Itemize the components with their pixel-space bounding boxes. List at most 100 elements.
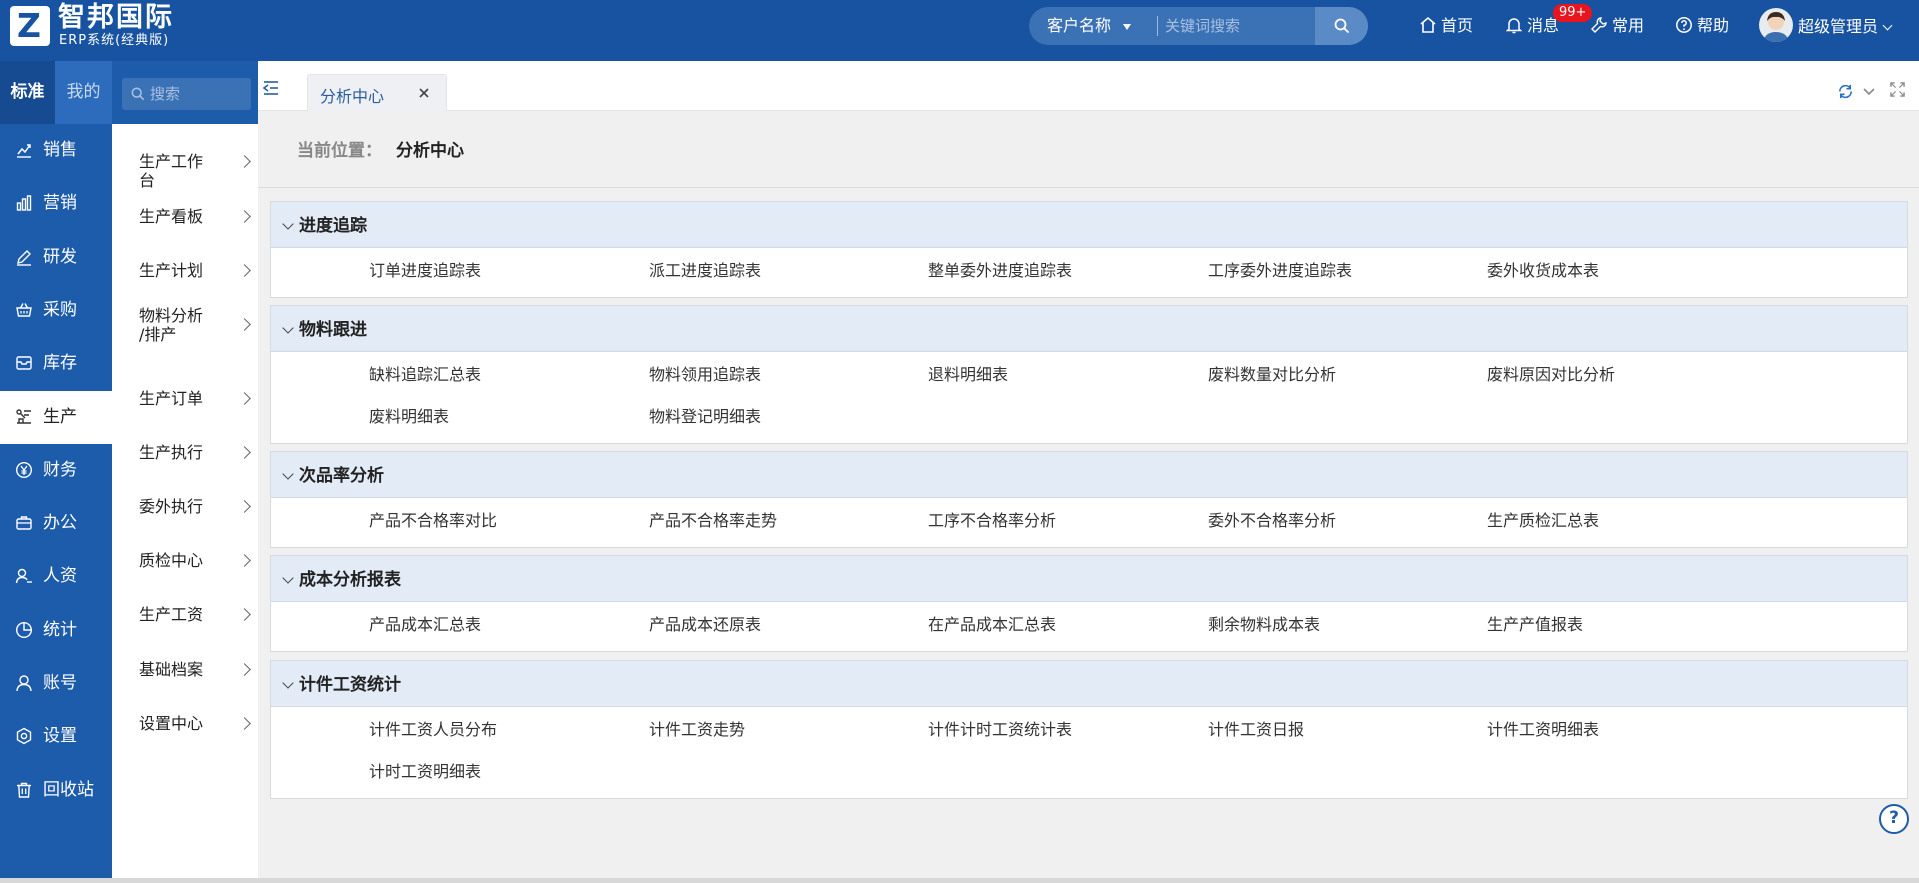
report-link[interactable]: 计件工资人员分布 [369,720,497,740]
report-link[interactable]: 计件计时工资统计表 [928,720,1072,740]
brand-subtitle: ERP系统(经典版) [59,33,170,48]
search-type-dropdown[interactable]: 客户名称 [1047,7,1132,45]
search-type-label: 客户名称 [1047,16,1112,35]
sidebar-item-label: 统计 [43,619,77,640]
brand-name: 智邦国际 [58,2,174,33]
report-link[interactable]: 工序委外进度追踪表 [1208,261,1352,281]
tab-standard[interactable]: 标准 [0,61,55,124]
submenu-item[interactable]: 生产计划 [139,261,251,280]
nav-home[interactable]: 首页 [1419,14,1473,38]
sidebar-item-2[interactable]: 研发 [0,231,112,284]
submenu-item[interactable]: 生产订单 [139,389,251,408]
sidebar-item-0[interactable]: 销售 [0,124,112,177]
sidebar-item-4[interactable]: 库存 [0,337,112,390]
inventory-box-icon [16,356,32,370]
submenu-item[interactable]: 生产看板 [139,207,251,226]
submenu-item[interactable]: 设置中心 [139,714,251,733]
report-link[interactable]: 物料登记明细表 [649,407,761,427]
tab-dropdown-button[interactable] [1862,84,1876,103]
report-link[interactable]: 产品不合格率走势 [649,511,777,531]
submenu-item[interactable]: 质检中心 [139,551,251,570]
report-link[interactable]: 计件工资日报 [1208,720,1304,740]
report-link[interactable]: 废料原因对比分析 [1487,365,1615,385]
sidebar-item-5[interactable]: 生产 [0,390,112,444]
sidebar-item-label: 办公 [43,513,77,534]
search-input[interactable] [1165,10,1315,42]
fullscreen-button[interactable] [1890,82,1905,101]
menu-search [122,78,251,110]
sidebar-item-1[interactable]: 营销 [0,177,112,230]
avatar[interactable] [1759,8,1793,42]
report-link[interactable]: 整单委外进度追踪表 [928,261,1072,281]
yen-icon [15,461,33,478]
sidebar-item-8[interactable]: 人资 [0,550,112,603]
chevron-right-icon [238,209,251,223]
help-float-button[interactable]: ? [1879,804,1909,834]
submenu-item[interactable]: 生产工资 [139,605,251,624]
report-link[interactable]: 委外不合格率分析 [1208,511,1336,531]
submenu-item-label: 质检中心 [139,551,204,570]
sidebar-item-7[interactable]: 办公 [0,497,112,550]
report-link[interactable]: 订单进度追踪表 [369,261,481,281]
report-link[interactable]: 缺料追踪汇总表 [369,365,481,385]
user-menu[interactable]: 超级管理员 [1798,15,1893,39]
report-link[interactable]: 工序不合格率分析 [928,511,1056,531]
close-tab-button[interactable] [418,84,430,103]
report-link[interactable]: 在产品成本汇总表 [928,615,1056,635]
sidebar-item-9[interactable]: 统计 [0,604,112,657]
sidebar-item-11[interactable]: 设置 [0,710,112,763]
report-link[interactable]: 计件工资明细表 [1487,720,1599,740]
report-link[interactable]: 产品不合格率对比 [369,511,497,531]
section-header[interactable]: 进度追踪 [271,202,1907,248]
collapse-menu-button[interactable] [262,80,279,99]
submenu-item[interactable]: 物料分析 /排产 [139,306,251,344]
tab-analysis-center[interactable]: 分析中心 [307,74,447,111]
report-link[interactable]: 委外收货成本表 [1487,261,1599,281]
sidebar-item-12[interactable]: 回收站 [0,764,112,817]
tab-mine[interactable]: 我的 [55,61,112,124]
home-icon [1420,16,1436,33]
report-link[interactable]: 退料明细表 [928,365,1008,385]
menu-search-input[interactable] [150,81,246,107]
sidebar-item-label: 库存 [43,353,77,374]
sidebar-item-10[interactable]: 账号 [0,657,112,710]
hexagon-settings-icon [16,727,32,745]
rd-pencil-icon [17,249,31,266]
nav-help[interactable]: 帮助 [1675,14,1729,38]
submenu-item[interactable]: 生产工作台 [139,152,251,190]
sidebar-item-label: 生产 [43,406,77,427]
submenu-item[interactable]: 生产执行 [139,443,251,462]
report-link[interactable]: 废料数量对比分析 [1208,365,1336,385]
report-link[interactable]: 产品成本汇总表 [369,615,481,635]
report-link[interactable]: 产品成本还原表 [649,615,761,635]
refresh-button[interactable] [1837,83,1854,104]
report-link[interactable]: 剩余物料成本表 [1208,615,1320,635]
submenu-item[interactable]: 委外执行 [139,497,251,516]
section-header[interactable]: 成本分析报表 [271,556,1907,602]
submenu-item-label: 生产工资 [139,605,204,624]
chevron-right-icon [238,499,251,513]
chevron-right-icon [238,154,251,168]
sidebar-item-label: 销售 [43,140,77,160]
nav-messages[interactable]: 消息 [1505,14,1559,38]
section-header[interactable]: 物料跟进 [271,306,1907,352]
section-header[interactable]: 次品率分析 [271,452,1907,498]
section-header[interactable]: 计件工资统计 [271,661,1907,707]
report-link[interactable]: 计时工资明细表 [369,762,481,782]
submenu-item[interactable]: 基础档案 [139,660,251,679]
caret-down-icon [1123,23,1132,30]
report-link[interactable]: 废料明细表 [369,407,449,427]
sidebar-item-6[interactable]: 财务 [0,444,112,497]
nav-favorites[interactable]: 常用 [1590,14,1644,38]
report-link[interactable]: 派工进度追踪表 [649,261,761,281]
search-button[interactable] [1315,7,1368,45]
avatar-face-icon [1763,12,1789,42]
report-link[interactable]: 生产产值报表 [1487,615,1583,635]
report-link[interactable]: 物料领用追踪表 [649,365,761,385]
sidebar-item-3[interactable]: 采购 [0,284,112,337]
user-icon [16,675,32,692]
messages-badge: 99+ [1553,4,1593,22]
report-link[interactable]: 生产质检汇总表 [1487,511,1599,531]
report-link[interactable]: 计件工资走势 [649,720,745,740]
report-section: 次品率分析 [270,451,1908,548]
